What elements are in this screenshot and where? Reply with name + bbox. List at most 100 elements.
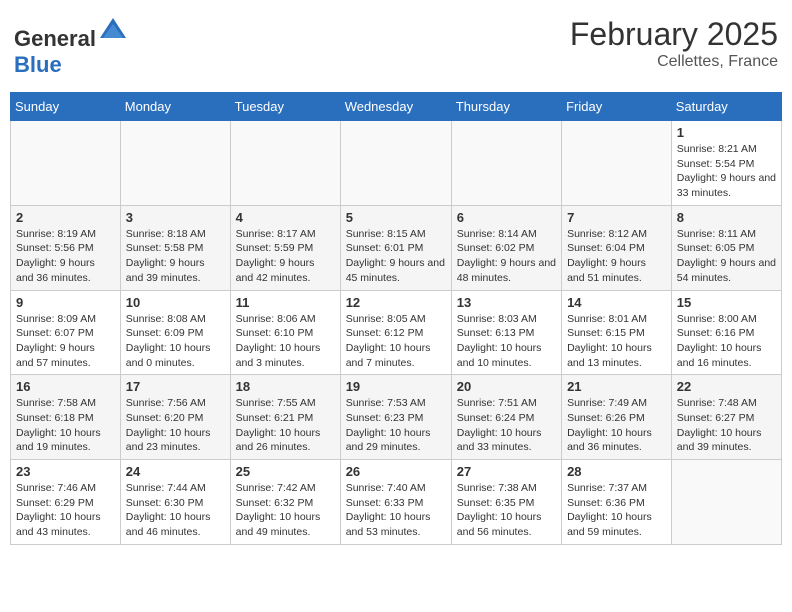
day-header-saturday: Saturday	[671, 93, 781, 121]
calendar-cell: 6 Sunrise: 8:14 AM Sunset: 6:02 PM Daylig…	[451, 205, 561, 290]
day-info: Sunrise: 7:55 AM Sunset: 6:21 PM Dayligh…	[236, 396, 335, 455]
calendar-cell: 18 Sunrise: 7:55 AM Sunset: 6:21 PM Dayli…	[230, 375, 340, 460]
calendar-cell	[120, 121, 230, 206]
day-number: 25	[236, 464, 335, 479]
calendar-cell	[340, 121, 451, 206]
week-row-0: 1 Sunrise: 8:21 AM Sunset: 5:54 PM Daylig…	[11, 121, 782, 206]
day-number: 3	[126, 210, 225, 225]
day-header-thursday: Thursday	[451, 93, 561, 121]
day-number: 18	[236, 379, 335, 394]
day-info: Sunrise: 8:12 AM Sunset: 6:04 PM Dayligh…	[567, 227, 666, 286]
calendar-cell	[671, 460, 781, 545]
calendar-cell: 16 Sunrise: 7:58 AM Sunset: 6:18 PM Dayli…	[11, 375, 121, 460]
day-number: 28	[567, 464, 666, 479]
week-row-3: 16 Sunrise: 7:58 AM Sunset: 6:18 PM Dayli…	[11, 375, 782, 460]
calendar-cell: 20 Sunrise: 7:51 AM Sunset: 6:24 PM Dayli…	[451, 375, 561, 460]
week-row-4: 23Sunrise: 7:46 AM Sunset: 6:29 PM Dayli…	[11, 460, 782, 545]
day-header-wednesday: Wednesday	[340, 93, 451, 121]
day-header-tuesday: Tuesday	[230, 93, 340, 121]
week-row-2: 9 Sunrise: 8:09 AM Sunset: 6:07 PM Daylig…	[11, 290, 782, 375]
day-info: Sunrise: 7:38 AM Sunset: 6:35 PM Dayligh…	[457, 481, 556, 540]
day-header-friday: Friday	[562, 93, 672, 121]
day-number: 16	[16, 379, 115, 394]
day-number: 19	[346, 379, 446, 394]
day-number: 20	[457, 379, 556, 394]
calendar-cell: 22 Sunrise: 7:48 AM Sunset: 6:27 PM Dayli…	[671, 375, 781, 460]
day-number: 10	[126, 295, 225, 310]
day-info: Sunrise: 8:15 AM Sunset: 6:01 PM Dayligh…	[346, 227, 446, 286]
day-number: 7	[567, 210, 666, 225]
calendar-cell: 11 Sunrise: 8:06 AM Sunset: 6:10 PM Dayli…	[230, 290, 340, 375]
week-row-1: 2 Sunrise: 8:19 AM Sunset: 5:56 PM Daylig…	[11, 205, 782, 290]
calendar-cell: 25 Sunrise: 7:42 AM Sunset: 6:32 PM Dayli…	[230, 460, 340, 545]
day-info: Sunrise: 7:42 AM Sunset: 6:32 PM Dayligh…	[236, 481, 335, 540]
calendar-cell: 1 Sunrise: 8:21 AM Sunset: 5:54 PM Daylig…	[671, 121, 781, 206]
day-info: Sunrise: 7:56 AM Sunset: 6:20 PM Dayligh…	[126, 396, 225, 455]
day-number: 13	[457, 295, 556, 310]
day-info: Sunrise: 8:18 AM Sunset: 5:58 PM Dayligh…	[126, 227, 225, 286]
calendar-cell: 24Sunrise: 7:44 AM Sunset: 6:30 PM Dayli…	[120, 460, 230, 545]
day-info: Sunrise: 7:37 AM Sunset: 6:36 PM Dayligh…	[567, 481, 666, 540]
calendar-cell: 19 Sunrise: 7:53 AM Sunset: 6:23 PM Dayli…	[340, 375, 451, 460]
day-number: 14	[567, 295, 666, 310]
calendar-cell: 13Sunrise: 8:03 AM Sunset: 6:13 PM Dayli…	[451, 290, 561, 375]
logo-text: General Blue	[14, 16, 128, 78]
calendar-cell: 3 Sunrise: 8:18 AM Sunset: 5:58 PM Daylig…	[120, 205, 230, 290]
calendar-cell: 17 Sunrise: 7:56 AM Sunset: 6:20 PM Dayli…	[120, 375, 230, 460]
month-year: February 2025	[570, 16, 778, 53]
logo-general: General	[14, 26, 96, 51]
day-info: Sunrise: 8:19 AM Sunset: 5:56 PM Dayligh…	[16, 227, 115, 286]
logo-blue: Blue	[14, 52, 62, 77]
logo: General Blue	[14, 16, 128, 78]
day-number: 4	[236, 210, 335, 225]
calendar-header-row: SundayMondayTuesdayWednesdayThursdayFrid…	[11, 93, 782, 121]
day-header-monday: Monday	[120, 93, 230, 121]
page-header: General Blue February 2025 Cellettes, Fr…	[10, 10, 782, 84]
day-number: 22	[677, 379, 776, 394]
day-info: Sunrise: 7:48 AM Sunset: 6:27 PM Dayligh…	[677, 396, 776, 455]
day-number: 5	[346, 210, 446, 225]
calendar-cell: 28 Sunrise: 7:37 AM Sunset: 6:36 PM Dayli…	[562, 460, 672, 545]
day-info: Sunrise: 8:14 AM Sunset: 6:02 PM Dayligh…	[457, 227, 556, 286]
day-number: 12	[346, 295, 446, 310]
day-info: Sunrise: 8:21 AM Sunset: 5:54 PM Dayligh…	[677, 142, 776, 201]
day-number: 1	[677, 125, 776, 140]
day-info: Sunrise: 7:40 AM Sunset: 6:33 PM Dayligh…	[346, 481, 446, 540]
day-info: Sunrise: 8:05 AM Sunset: 6:12 PM Dayligh…	[346, 312, 446, 371]
calendar-cell: 27 Sunrise: 7:38 AM Sunset: 6:35 PM Dayli…	[451, 460, 561, 545]
location: Cellettes, France	[570, 53, 778, 71]
day-number: 26	[346, 464, 446, 479]
day-number: 2	[16, 210, 115, 225]
day-info: Sunrise: 7:51 AM Sunset: 6:24 PM Dayligh…	[457, 396, 556, 455]
day-number: 11	[236, 295, 335, 310]
calendar-cell	[230, 121, 340, 206]
day-info: Sunrise: 7:44 AM Sunset: 6:30 PM Dayligh…	[126, 481, 225, 540]
calendar-cell	[11, 121, 121, 206]
day-info: Sunrise: 8:09 AM Sunset: 6:07 PM Dayligh…	[16, 312, 115, 371]
day-info: Sunrise: 7:53 AM Sunset: 6:23 PM Dayligh…	[346, 396, 446, 455]
day-info: Sunrise: 8:08 AM Sunset: 6:09 PM Dayligh…	[126, 312, 225, 371]
calendar-cell: 26 Sunrise: 7:40 AM Sunset: 6:33 PM Dayli…	[340, 460, 451, 545]
calendar-cell: 5 Sunrise: 8:15 AM Sunset: 6:01 PM Daylig…	[340, 205, 451, 290]
day-number: 27	[457, 464, 556, 479]
day-number: 9	[16, 295, 115, 310]
title-area: February 2025 Cellettes, France	[570, 16, 778, 71]
calendar-cell: 15Sunrise: 8:00 AM Sunset: 6:16 PM Dayli…	[671, 290, 781, 375]
calendar-cell: 21 Sunrise: 7:49 AM Sunset: 6:26 PM Dayli…	[562, 375, 672, 460]
day-info: Sunrise: 8:06 AM Sunset: 6:10 PM Dayligh…	[236, 312, 335, 371]
day-number: 6	[457, 210, 556, 225]
calendar-cell	[451, 121, 561, 206]
calendar-cell: 8Sunrise: 8:11 AM Sunset: 6:05 PM Daylig…	[671, 205, 781, 290]
logo-icon	[98, 16, 128, 46]
day-number: 23	[16, 464, 115, 479]
day-number: 17	[126, 379, 225, 394]
calendar-cell: 9 Sunrise: 8:09 AM Sunset: 6:07 PM Daylig…	[11, 290, 121, 375]
calendar-cell: 4Sunrise: 8:17 AM Sunset: 5:59 PM Daylig…	[230, 205, 340, 290]
day-info: Sunrise: 7:49 AM Sunset: 6:26 PM Dayligh…	[567, 396, 666, 455]
calendar-cell: 10 Sunrise: 8:08 AM Sunset: 6:09 PM Dayli…	[120, 290, 230, 375]
calendar-table: SundayMondayTuesdayWednesdayThursdayFrid…	[10, 92, 782, 545]
calendar-cell: 23Sunrise: 7:46 AM Sunset: 6:29 PM Dayli…	[11, 460, 121, 545]
day-info: Sunrise: 7:58 AM Sunset: 6:18 PM Dayligh…	[16, 396, 115, 455]
day-number: 15	[677, 295, 776, 310]
day-number: 21	[567, 379, 666, 394]
